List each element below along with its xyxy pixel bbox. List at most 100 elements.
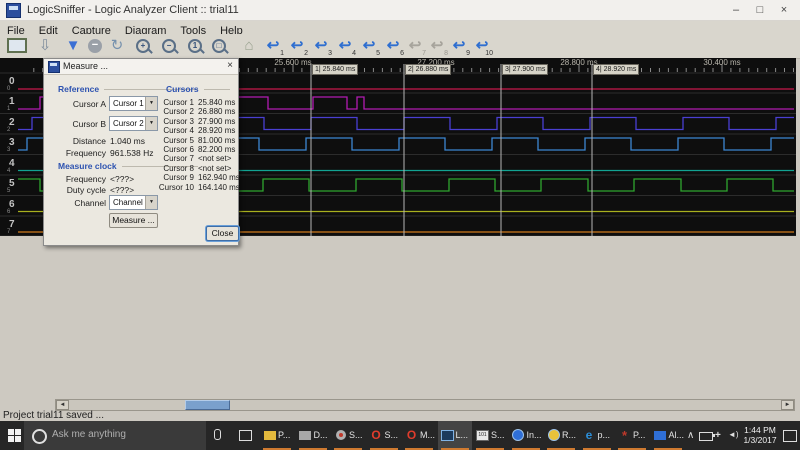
- photo-icon: 101: [476, 429, 489, 441]
- cursor-row-3: Cursor 3 27.900 ms: [163, 116, 236, 126]
- taskbar-app-1[interactable]: P...: [260, 421, 294, 450]
- taskbar-app-label: P...: [278, 430, 291, 440]
- minimize-button[interactable]: –: [724, 2, 748, 18]
- taskbar-app-6[interactable]: L...: [437, 421, 472, 450]
- hardware-icon[interactable]: +: [715, 430, 721, 441]
- taskbar-app-11[interactable]: * P...: [615, 421, 649, 450]
- clock-frequency-value: <???>: [110, 174, 135, 184]
- stop-capture-button[interactable]: −: [84, 35, 106, 56]
- start-button[interactable]: [8, 429, 21, 442]
- dialog-close-button[interactable]: Close: [206, 226, 239, 241]
- goto-cursor-7-button[interactable]: ↩ 7: [404, 35, 426, 57]
- begin-capture-button[interactable]: ▼: [62, 35, 84, 56]
- goto-cursor-3-button[interactable]: ↩ 3: [310, 35, 332, 57]
- star-icon: *: [621, 427, 628, 443]
- window-title: LogicSniffer - Logic Analyzer Client :: …: [27, 4, 239, 16]
- goto-cursor-5-button[interactable]: ↩ 5: [358, 35, 380, 57]
- search-placeholder: Ask me anything: [52, 429, 126, 440]
- chevron-down-icon[interactable]: ▼: [145, 196, 157, 209]
- window-titlebar: LogicSniffer - Logic Analyzer Client :: …: [0, 0, 800, 21]
- screen-icon: [7, 38, 27, 53]
- sun-icon: [547, 429, 560, 441]
- taskbar-app-label: p...: [597, 430, 611, 440]
- cursor-flag-2[interactable]: 2| 26.880 ms: [405, 64, 452, 75]
- distance-label: Distance: [72, 136, 106, 146]
- opera-icon: O: [371, 428, 381, 442]
- folder-icon: [263, 429, 276, 441]
- action-center-icon[interactable]: [783, 430, 797, 442]
- taskbar-app-5[interactable]: O M...: [402, 421, 436, 450]
- taskbar-app-9[interactable]: R...: [544, 421, 578, 450]
- battery-icon[interactable]: [699, 432, 715, 441]
- save-button[interactable]: ⇩: [34, 35, 56, 56]
- microphone-icon[interactable]: [214, 429, 221, 440]
- duty-cycle-label: Duty cycle: [66, 185, 106, 195]
- cursor-flag-3[interactable]: 3| 27.900 ms: [502, 64, 549, 75]
- measure-button[interactable]: Measure ...: [109, 213, 158, 228]
- channel-5-sublabel: 5: [7, 188, 11, 194]
- cursor-flag-4[interactable]: 4| 28.920 ms: [593, 64, 640, 75]
- desktop: LogicSniffer - Logic Analyzer Client :: …: [0, 0, 800, 450]
- zoom-fit-button[interactable]: □: [208, 35, 230, 56]
- cursor-row-2: Cursor 2 26.880 ms: [163, 107, 236, 117]
- zoom-in-button[interactable]: +: [132, 35, 154, 56]
- goto-cursor-6-button[interactable]: ↩ 6: [382, 35, 404, 57]
- taskbar-search[interactable]: Ask me anything: [24, 421, 206, 450]
- clock-frequency-label: Frequency: [65, 174, 106, 184]
- goto-cursor-9-button[interactable]: ↩ 9: [448, 35, 470, 57]
- frequency-label: Frequency: [65, 148, 106, 158]
- logic-icon: [440, 429, 454, 441]
- taskbar-app-10[interactable]: e p...: [580, 421, 614, 450]
- taskbar-app-4[interactable]: O S...: [367, 421, 401, 450]
- scroll-right-arrow-icon[interactable]: ►: [781, 400, 794, 410]
- speaker-icon[interactable]: ◄): [728, 430, 739, 439]
- taskbar-app-8[interactable]: In...: [509, 421, 543, 450]
- taskbar-app-3[interactable]: S...: [331, 421, 365, 450]
- zoom-original-button[interactable]: 1: [184, 35, 206, 56]
- toolbar: ⇩ ▼ − ↻ + −1 □ ⌂ ↩ 1 ↩ 2 ↩ 3 ↩ 4 ↩ 5 ↩ 6 ↩ 7 ↩ 8 ↩ 9 ↩ 10: [0, 34, 800, 59]
- cursor-row-4: Cursor 4 28.920 ms: [163, 126, 236, 136]
- task-view-icon[interactable]: [239, 430, 252, 441]
- channel-4-sublabel: 4: [7, 167, 11, 174]
- dialog-close-icon[interactable]: ×: [227, 60, 233, 71]
- scrollbar-thumb[interactable]: [185, 400, 230, 410]
- duty-cycle-value: <???>: [110, 185, 135, 195]
- taskbar-app-label: P...: [633, 430, 646, 440]
- cursor-flag-1[interactable]: 1| 25.840 ms: [312, 64, 359, 75]
- channel-3-sublabel: 3: [7, 147, 11, 153]
- cursor-row-1: Cursor 1 25.840 ms: [163, 98, 236, 107]
- zoom-out-button[interactable]: −: [158, 35, 180, 56]
- close-button[interactable]: ×: [772, 2, 796, 18]
- goto-cursor-4-button[interactable]: ↩ 4: [334, 35, 356, 57]
- cursor-b-label: Cursor B: [72, 119, 106, 129]
- goto-trigger-button[interactable]: ⌂: [238, 35, 260, 56]
- goto-cursor-1-button[interactable]: ↩ 1: [262, 35, 284, 57]
- clock-time: 1:44 PM: [744, 425, 776, 435]
- goto-cursor-2-button[interactable]: ↩ 2: [286, 35, 308, 57]
- dialog-title: Measure ...: [63, 61, 109, 71]
- globe-icon: [512, 429, 525, 441]
- taskbar-app-12[interactable]: Al...: [651, 421, 685, 450]
- cursor-a-label: Cursor A: [72, 99, 106, 109]
- channel-2-sublabel: 2: [7, 126, 11, 133]
- repeat-capture-button[interactable]: ↻: [106, 35, 128, 56]
- cursor-row-8: Cursor 8 <not set>: [163, 163, 232, 173]
- cursors-section-header: Cursors: [166, 84, 230, 94]
- channel-select[interactable]: Channel 0 ▼: [109, 195, 158, 210]
- taskbar-app-2[interactable]: D...: [296, 421, 330, 450]
- opera-icon: O: [406, 428, 417, 442]
- goto-cursor-10-button[interactable]: ↩ 10: [471, 35, 493, 57]
- goto-cursor-8-button[interactable]: ↩ 8: [426, 35, 448, 57]
- ruler-time-label: 25.600 ms: [274, 58, 312, 67]
- tray-chevron-icon[interactable]: ∧: [687, 430, 694, 441]
- cortana-icon: [32, 429, 47, 444]
- scroll-left-arrow-icon[interactable]: ◄: [56, 400, 69, 410]
- taskbar-app-7[interactable]: 101 S...: [473, 421, 507, 450]
- taskbar-app-label: L...: [455, 430, 469, 440]
- maximize-button[interactable]: □: [748, 2, 772, 18]
- dialog-titlebar[interactable]: Measure ... ×: [44, 59, 238, 75]
- tray-clock[interactable]: 1:44 PM 1/3/2017: [741, 425, 779, 445]
- taskbar: Ask me anything P... D... S... O S... O M... L.…: [0, 421, 800, 450]
- capture-screen-button[interactable]: [6, 35, 28, 56]
- taskbar-app-label: S...: [491, 430, 505, 440]
